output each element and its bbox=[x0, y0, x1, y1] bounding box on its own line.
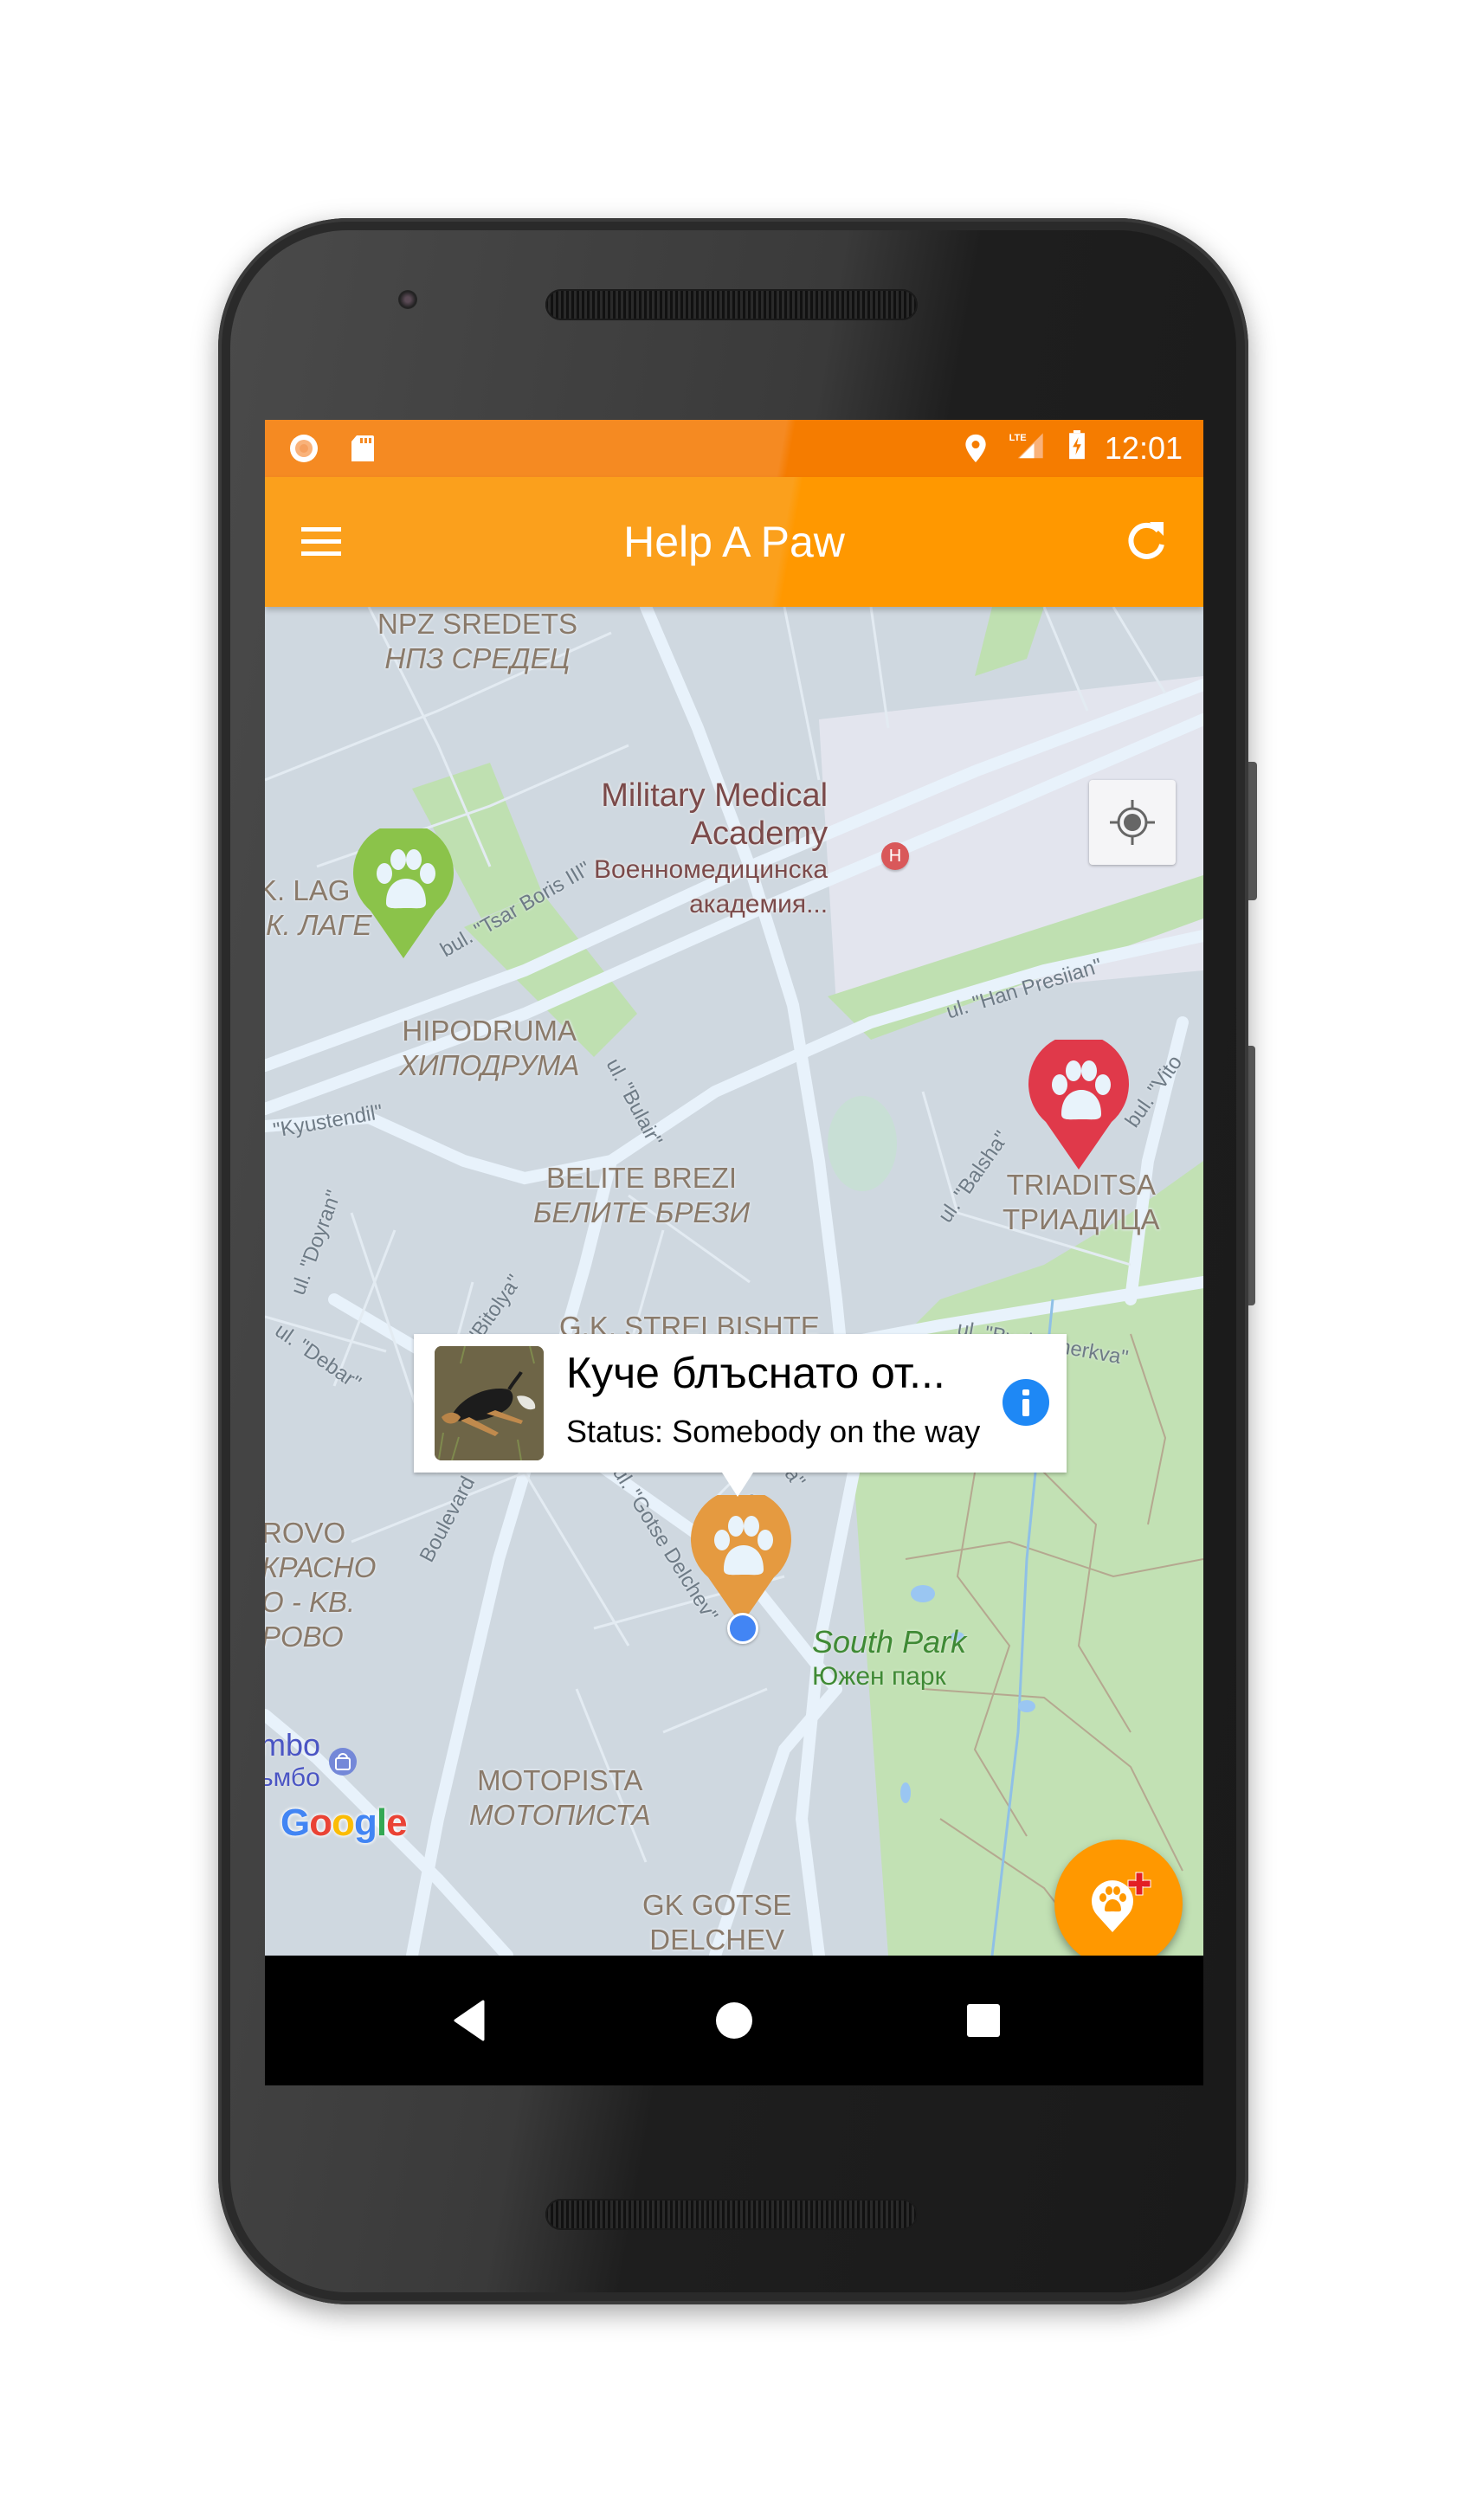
shopping-bag-icon[interactable] bbox=[327, 1746, 358, 1777]
earpiece-speaker bbox=[545, 289, 918, 320]
district-label-krasno-selo: ROVO КРАСНО O - KB. РОВО bbox=[265, 1517, 377, 1653]
front-camera bbox=[398, 290, 417, 309]
park-area bbox=[975, 607, 1044, 676]
map-view[interactable]: NPZ SREDETS НПЗ СРЕДЕЦ K. LAG .К. ЛАГЕ HIP… bbox=[265, 607, 1203, 1956]
back-button[interactable] bbox=[443, 1995, 495, 2046]
recents-button[interactable] bbox=[957, 1995, 1009, 2046]
power-button bbox=[1248, 762, 1257, 900]
battery-charging-icon bbox=[1069, 430, 1085, 460]
district-label-hipodruma: HIPODRUMA ХИПОДРУМА bbox=[399, 1015, 580, 1081]
marker-red[interactable] bbox=[1027, 1040, 1131, 1170]
clock: 12:01 bbox=[1104, 430, 1183, 466]
sd-card-icon bbox=[351, 435, 374, 461]
district-label-belite-brezi: BELITE BREZI БЕЛИТЕ БРЕЗИ bbox=[533, 1162, 751, 1228]
poi-military-medical-academy[interactable]: Military Medical Academy Военномедицинск… bbox=[594, 777, 828, 922]
lte-signal-icon: LTE bbox=[1009, 433, 1043, 459]
home-button[interactable] bbox=[708, 1995, 760, 2046]
my-location-icon bbox=[1110, 800, 1155, 845]
my-location-button[interactable] bbox=[1089, 780, 1176, 865]
app-bar: Help A Paw bbox=[265, 477, 1203, 607]
district-label-gotse-delchev: GK GOTSEDELCHEVЖ.К. ГОЦЕ bbox=[642, 1889, 792, 1956]
info-window-title: Куче блъснато от... bbox=[566, 1349, 945, 1397]
screen: LTE 12:01 Help A Paw NPZ SREDETS НПЗ СРЕ… bbox=[265, 420, 1203, 2085]
refresh-icon bbox=[1128, 522, 1164, 559]
info-icon bbox=[1022, 1389, 1029, 1416]
info-button[interactable] bbox=[1003, 1379, 1049, 1426]
status-bar: LTE 12:01 bbox=[265, 420, 1203, 477]
my-location-dot bbox=[727, 1613, 758, 1644]
info-window-status: Status: Somebody on the way bbox=[566, 1414, 981, 1449]
google-attribution: Google bbox=[280, 1801, 408, 1844]
refresh-button[interactable] bbox=[1124, 519, 1172, 567]
injured-dog-photo bbox=[435, 1346, 544, 1460]
lte-label: LTE bbox=[1009, 433, 1027, 443]
park-label-south-park: South Park Южен парк bbox=[812, 1624, 967, 1691]
district-label-npz-sredets: NPZ SREDETS НПЗ СРЕДЕЦ bbox=[377, 608, 578, 674]
home-icon bbox=[716, 2002, 752, 2039]
marker-green[interactable] bbox=[351, 828, 455, 958]
district-label-motopista: MOTOPISTA МОТОПИСТА bbox=[469, 1764, 651, 1831]
marker-orange[interactable] bbox=[689, 1495, 793, 1625]
marker-info-window[interactable]: Куче блъснато от... Status: Somebody on … bbox=[414, 1334, 1067, 1497]
app-title: Help A Paw bbox=[623, 518, 845, 566]
hospital-icon[interactable]: H bbox=[881, 842, 909, 870]
recents-icon bbox=[967, 2004, 1000, 2037]
bottom-speaker bbox=[545, 2199, 918, 2230]
stadium bbox=[828, 1096, 897, 1191]
back-icon bbox=[454, 2000, 485, 2041]
add-paw-report-icon bbox=[1092, 1872, 1151, 1932]
district-label-triaditsa: TRIADITSA ТРИАДИЦА bbox=[1003, 1169, 1160, 1235]
poi-shop-label: mbo ьмбо bbox=[265, 1727, 321, 1793]
volume-button bbox=[1248, 1046, 1255, 1305]
record-icon bbox=[290, 435, 318, 462]
navigation-bar bbox=[265, 1956, 1203, 2085]
location-icon bbox=[965, 434, 986, 463]
